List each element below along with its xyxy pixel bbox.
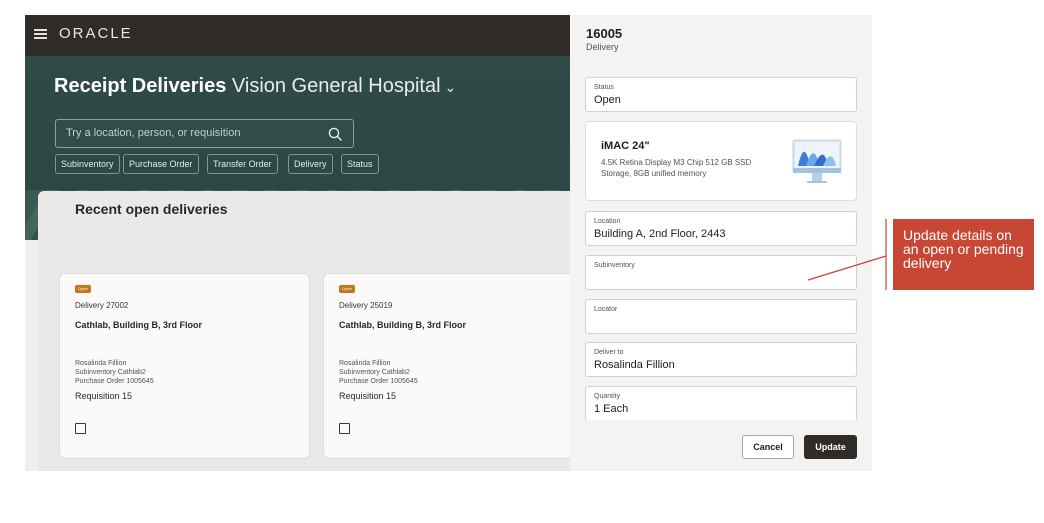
- filter-chip-transfer-order[interactable]: Transfer Order: [207, 154, 278, 174]
- filter-chip-purchase-order[interactable]: Purchase Order: [123, 154, 199, 174]
- status-badge: Open: [75, 285, 91, 293]
- oracle-logo: ORACLE: [59, 25, 133, 42]
- location-label: Vision General Hospital: [231, 75, 441, 97]
- field-label: Location: [594, 218, 621, 225]
- field-label: Quantity: [594, 393, 621, 400]
- field-value: Open: [594, 94, 621, 106]
- delivery-number: Delivery 25019: [339, 301, 393, 310]
- select-checkbox[interactable]: [75, 423, 86, 434]
- deliver-to-field[interactable]: Deliver to Rosalinda Fillion: [585, 342, 857, 377]
- delivery-subinventory: Subinventory Cathlab2: [339, 369, 410, 376]
- select-checkbox[interactable]: [339, 423, 350, 434]
- search-icon[interactable]: [327, 126, 343, 142]
- delivery-location: Cathlab, Building B, 3rd Floor: [339, 320, 466, 330]
- status-field[interactable]: Status Open: [585, 77, 857, 112]
- callout-text: Update details on an open or pending del…: [903, 227, 1024, 271]
- field-value: 1 Each: [594, 403, 629, 415]
- imac-image: [792, 139, 842, 183]
- field-label: Subinventory: [594, 262, 635, 269]
- location-selector[interactable]: Vision General Hospital ⌄: [232, 75, 456, 97]
- app-window: ORACLE Receipt Deliveries Vision General…: [25, 15, 872, 471]
- delivery-number: Delivery 27002: [75, 301, 129, 310]
- chevron-down-icon: ⌄: [444, 79, 457, 95]
- field-value: Building A, 2nd Floor, 2443: [594, 228, 726, 240]
- hamburger-menu-icon[interactable]: [34, 29, 47, 40]
- locator-field[interactable]: Locator: [585, 299, 857, 334]
- delivery-location: Cathlab, Building B, 3rd Floor: [75, 320, 202, 330]
- cancel-button[interactable]: Cancel: [742, 435, 794, 459]
- subinventory-field[interactable]: Subinventory: [585, 255, 857, 290]
- filter-chip-subinventory[interactable]: Subinventory: [55, 154, 120, 174]
- field-label: Status: [594, 84, 614, 91]
- delivery-requisition: Requisition 15: [339, 391, 397, 401]
- delivery-card[interactable]: Open Delivery 25019 Cathlab, Building B,…: [323, 273, 574, 459]
- delivery-person: Rosalinda Fillion: [339, 360, 391, 367]
- location-field[interactable]: Location Building A, 2nd Floor, 2443: [585, 211, 857, 246]
- page-title-main: Receipt Deliveries: [54, 75, 227, 97]
- drawer-footer: Cancel Update: [570, 420, 872, 471]
- page-title: Receipt Deliveries Vision General Hospit…: [54, 75, 456, 98]
- delivery-subinventory: Subinventory Cathlab2: [75, 369, 146, 376]
- field-label: Deliver to: [594, 349, 624, 356]
- recent-deliveries-panel: Recent open deliveries Open Delivery 270…: [38, 191, 583, 471]
- product-card: iMAC 24" 4.5K Retina Display M3 Chip 512…: [585, 121, 857, 201]
- filter-chip-status[interactable]: Status: [341, 154, 379, 174]
- delivery-card[interactable]: Open Delivery 27002 Cathlab, Building B,…: [59, 273, 310, 459]
- update-button[interactable]: Update: [804, 435, 857, 459]
- search-placeholder: Try a location, person, or requisition: [66, 127, 241, 139]
- delivery-drawer: 16005 Delivery Status Open iMAC 24" 4.5K…: [570, 15, 872, 471]
- product-description: 4.5K Retina Display M3 Chip 512 GB SSD S…: [601, 158, 752, 178]
- delivery-purchase-order: Purchase Order 1005645: [75, 378, 154, 385]
- delivery-person: Rosalinda Fillion: [75, 360, 127, 367]
- field-value: Rosalinda Fillion: [594, 359, 675, 371]
- quantity-field[interactable]: Quantity 1 Each: [585, 386, 857, 421]
- product-name: iMAC 24": [601, 140, 650, 152]
- delivery-purchase-order: Purchase Order 1005645: [339, 378, 418, 385]
- drawer-title: 16005: [586, 26, 623, 41]
- filter-chip-delivery[interactable]: Delivery: [288, 154, 333, 174]
- callout-box: Update details on an open or pending del…: [893, 219, 1034, 290]
- status-badge: Open: [339, 285, 355, 293]
- field-label: Locator: [594, 306, 618, 313]
- search-input[interactable]: Try a location, person, or requisition: [55, 119, 354, 148]
- drawer-subtitle: Delivery: [586, 42, 619, 52]
- delivery-requisition: Requisition 15: [75, 391, 133, 401]
- section-title: Recent open deliveries: [75, 201, 228, 217]
